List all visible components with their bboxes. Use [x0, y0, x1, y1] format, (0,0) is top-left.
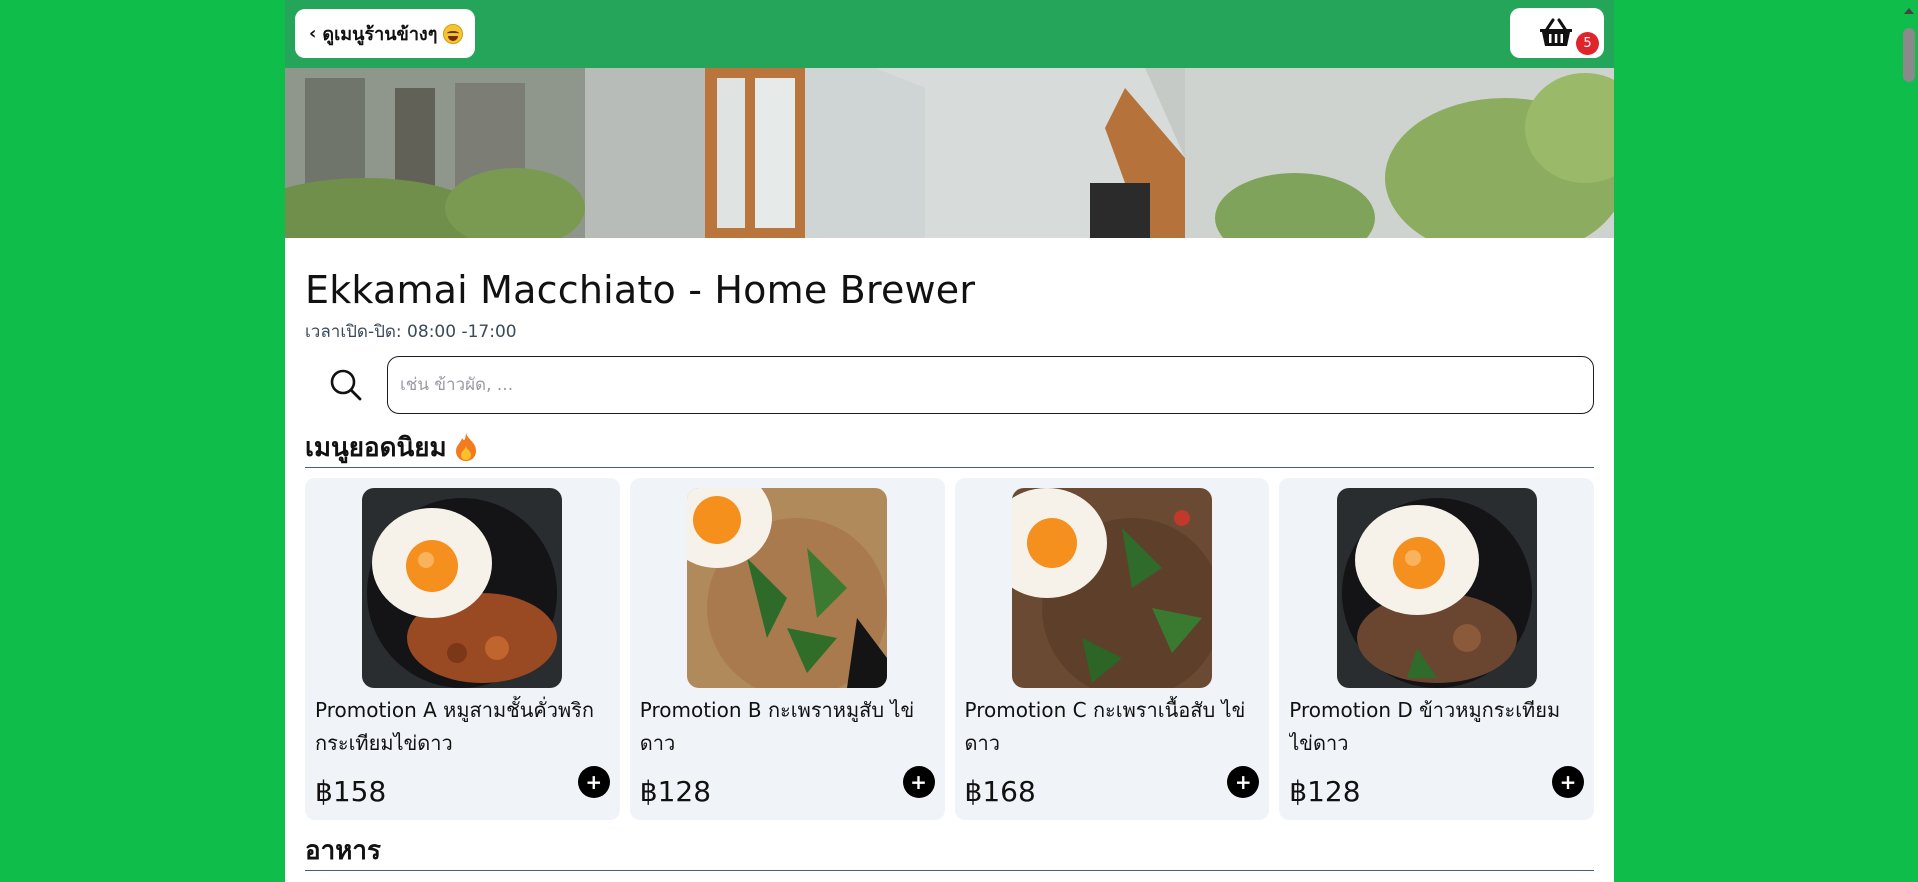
- search-bar: [305, 356, 1594, 414]
- food-section-heading: อาหาร: [305, 832, 1594, 871]
- popular-menu-title: เมนูยอดนิยม: [305, 432, 447, 463]
- store-banner-image: [285, 68, 1614, 238]
- menu-card[interactable]: Promotion B กะเพราหมูสับ ไข่ดาว ฿128 +: [629, 478, 945, 820]
- store-hours: เวลาเปิด-ปิด: 08:00 -17:00: [305, 322, 517, 342]
- scrollbar[interactable]: [1900, 0, 1918, 882]
- food-photo: [1011, 488, 1212, 688]
- store-name: Ekkamai Macchiato - Home Brewer: [305, 268, 976, 312]
- chevron-left-icon: ‹: [309, 23, 317, 44]
- menu-item-name: Promotion A หมูสามชั้นคั่วพริกกระเทียมไข…: [315, 698, 595, 755]
- menu-item-price: ฿128: [1289, 775, 1361, 808]
- scroll-thumb[interactable]: [1903, 28, 1915, 82]
- menu-item-price: ฿168: [964, 775, 1036, 808]
- popular-menu-grid: Promotion A หมูสามชั้นคั่วพริกกระเทียมไข…: [305, 478, 1594, 820]
- add-to-cart-button[interactable]: +: [1552, 766, 1584, 798]
- menu-card[interactable]: Promotion C กะเพราเนื้อสับ ไข่ดาว ฿168 +: [954, 478, 1270, 820]
- add-to-cart-button[interactable]: +: [577, 766, 610, 798]
- nearby-stores-label: ดูเมนูร้านข้างๆ: [322, 24, 438, 45]
- search-input[interactable]: [387, 356, 1594, 414]
- basket-icon: [1540, 18, 1572, 46]
- search-icon: [305, 356, 387, 414]
- menu-item-name: Promotion B กะเพราหมูสับ ไข่ดาว: [639, 698, 915, 755]
- menu-item-name: Promotion D ข้าวหมูกระเทียม ไข่ดาว: [1289, 698, 1561, 755]
- menu-item-price: ฿158: [315, 775, 387, 808]
- store-page: ‹ ดูเมนูร้านข้างๆ 5 Ekkamai Macchiato - …: [285, 0, 1614, 882]
- food-photo: [687, 488, 888, 688]
- nearby-stores-button[interactable]: ‹ ดูเมนูร้านข้างๆ: [295, 9, 476, 58]
- add-to-cart-button[interactable]: +: [902, 766, 935, 798]
- fire-icon: [455, 433, 476, 461]
- cart-button[interactable]: 5: [1510, 8, 1604, 58]
- food-photo: [1336, 488, 1537, 688]
- menu-card[interactable]: Promotion A หมูสามชั้นคั่วพริกกระเทียมไข…: [305, 478, 620, 820]
- menu-card[interactable]: Promotion D ข้าวหมูกระเทียม ไข่ดาว ฿128 …: [1279, 478, 1594, 820]
- top-bar: ‹ ดูเมนูร้านข้างๆ 5: [285, 0, 1614, 68]
- cart-count-badge: 5: [1576, 32, 1599, 55]
- menu-item-price: ฿128: [639, 775, 712, 808]
- popular-menu-heading: เมนูยอดนิยม: [305, 429, 1594, 468]
- food-section-title: อาหาร: [305, 835, 381, 866]
- add-to-cart-button[interactable]: +: [1227, 766, 1260, 798]
- menu-item-name: Promotion C กะเพราเนื้อสับ ไข่ดาว: [964, 698, 1246, 755]
- scroll-up-arrow-icon[interactable]: [1904, 8, 1914, 14]
- food-photo: [362, 488, 563, 688]
- storefront-illustration: [285, 68, 1614, 238]
- grin-sweat-icon: [443, 23, 464, 44]
